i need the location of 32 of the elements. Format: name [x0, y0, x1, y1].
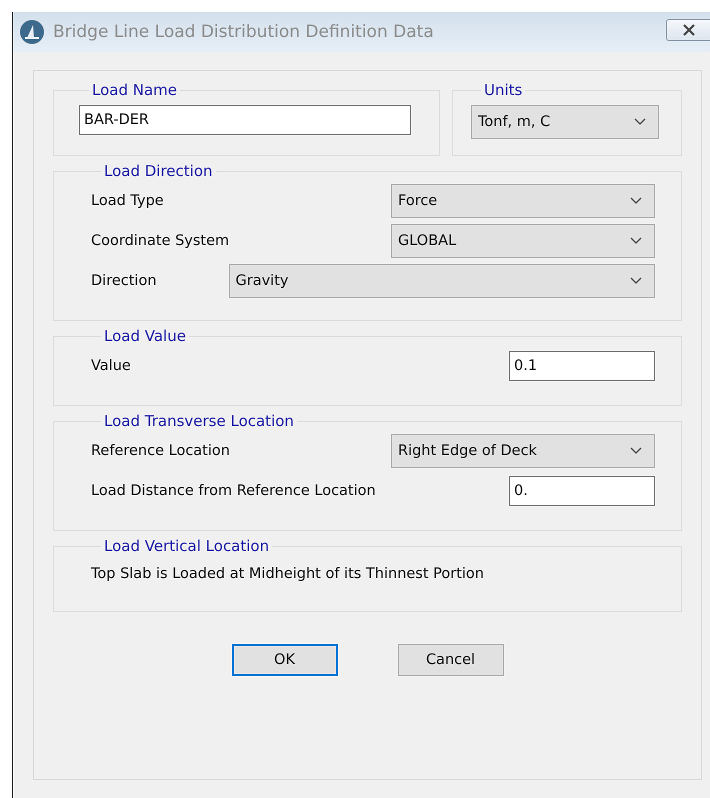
- field-label: Reference Location: [91, 443, 230, 459]
- group-title: Load Direction: [103, 162, 214, 180]
- dialog-button[interactable]: Cancel: [398, 644, 504, 676]
- close-icon: [682, 24, 696, 36]
- caret-icon: [630, 197, 642, 205]
- field-label: Coordinate System: [91, 233, 230, 249]
- caret-icon: [630, 277, 642, 285]
- field-label: Direction: [91, 273, 157, 289]
- dropdown[interactable]: Gravity: [228, 264, 655, 298]
- dropdown[interactable]: Force: [391, 184, 655, 218]
- field-label: Load Type: [91, 193, 164, 209]
- input-field[interactable]: BAR-DER: [79, 105, 411, 135]
- group-title: Units: [483, 81, 524, 99]
- group-title: Load Name: [91, 81, 178, 99]
- caret-icon: [630, 237, 642, 245]
- dropdown[interactable]: Right Edge of Deck: [391, 434, 655, 468]
- field-label: Load Distance from Reference Location: [91, 483, 376, 499]
- dropdown[interactable]: Tonf, m, C: [471, 105, 659, 139]
- info-text: Top Slab is Loaded at Midheight of its Thinnest Portion: [91, 566, 484, 582]
- input-field[interactable]: 0.1: [509, 351, 655, 381]
- group-title: Load Vertical Location: [103, 537, 270, 555]
- caret-icon: [630, 447, 642, 455]
- input-field[interactable]: 0.: [509, 476, 655, 506]
- caret-icon: [634, 118, 646, 126]
- window-title: Bridge Line Load Distribution Definition Data: [53, 22, 434, 42]
- group-title: Load Value: [103, 327, 187, 345]
- app-icon: [19, 19, 45, 45]
- dialog-button[interactable]: OK: [232, 644, 338, 676]
- dropdown[interactable]: GLOBAL: [391, 224, 655, 258]
- group-title: Load Transverse Location: [103, 412, 295, 430]
- field-label: Value: [91, 358, 131, 374]
- close-button[interactable]: [666, 19, 710, 41]
